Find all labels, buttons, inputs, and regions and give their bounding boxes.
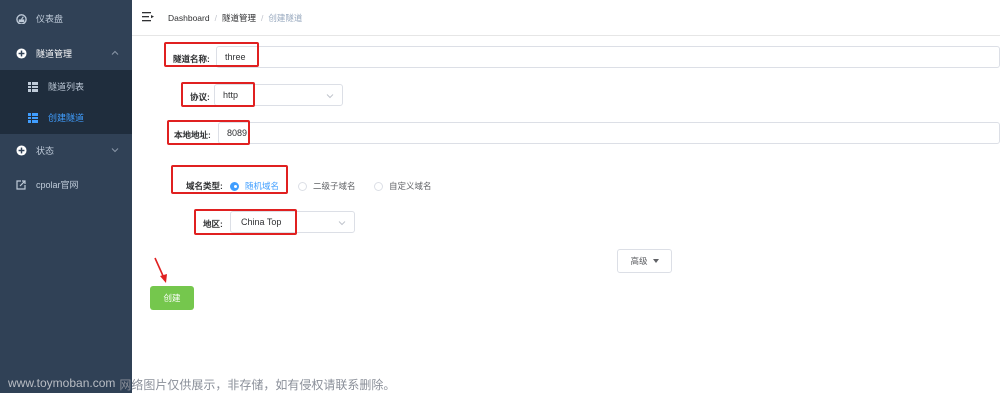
radio-custom-domain[interactable]: 自定义域名 (374, 180, 432, 192)
sidebar-item-status[interactable]: 状态 (0, 134, 132, 167)
caret-down-icon (652, 259, 659, 263)
chevron-down-icon (338, 221, 346, 226)
breadcrumb-dashboard[interactable]: Dashboard (168, 13, 210, 23)
highlight-box (164, 42, 259, 67)
sidebar-item-label: 隧道管理 (36, 49, 73, 59)
watermark-url: www.toymoban.com (8, 376, 116, 390)
chevron-down-icon (111, 148, 119, 153)
highlight-box (194, 209, 297, 235)
chevron-down-icon (326, 94, 334, 99)
dashboard-icon (15, 13, 27, 25)
sidebar-item-label: cpolar官网 (36, 180, 79, 190)
sidebar-item-label: 创建隧道 (48, 113, 85, 123)
plus-circle-icon (15, 145, 27, 157)
radio-dot (298, 181, 307, 191)
red-arrow-icon (154, 257, 167, 283)
watermark-text: 网络图片仅供展示，非存储，如有侵权请联系删除。 (119, 378, 396, 392)
plus-circle-icon (15, 48, 27, 60)
grid-icon (27, 81, 39, 93)
grid-icon (27, 112, 39, 124)
chevron-up-icon (111, 50, 119, 55)
highlight-box (171, 165, 288, 194)
sidebar-item-cpolar-website[interactable]: cpolar官网 (0, 168, 132, 201)
tunnel-name-input[interactable]: three (216, 46, 1000, 68)
breadcrumb: Dashboard / 隧道管理 / 创建隧道 (168, 12, 302, 24)
breadcrumb-create-tunnel: 创建隧道 (268, 13, 303, 23)
breadcrumb-separator: / (214, 13, 217, 23)
watermark: www.toymoban.com 网络图片仅供展示，非存储，如有侵权请联系删除。 (8, 376, 395, 393)
radio-label: 自定义域名 (389, 181, 432, 191)
sidebar-item-label: 仪表盘 (36, 14, 64, 24)
breadcrumb-tunnel-management[interactable]: 隧道管理 (222, 12, 256, 24)
top-navbar: Dashboard / 隧道管理 / 创建隧道 (132, 0, 1000, 36)
breadcrumb-separator: / (260, 13, 264, 23)
radio-label: 二级子域名 (313, 181, 356, 191)
advanced-button[interactable]: 高级 (617, 249, 672, 273)
create-label: 创建 (163, 293, 181, 303)
sidebar-item-label: 状态 (36, 146, 55, 156)
highlight-box (167, 120, 250, 145)
highlight-box (181, 82, 255, 107)
sidebar-item-label: 隧道列表 (48, 82, 85, 92)
radio-subdomain[interactable]: 二级子域名 (298, 180, 356, 192)
sidebar-item-create-tunnel[interactable]: 创建隧道 (0, 101, 132, 134)
local-address-input[interactable]: 8089 (218, 122, 1000, 144)
create-button[interactable]: 创建 (150, 286, 194, 310)
sidebar-item-tunnel-list[interactable]: 隧道列表 (0, 70, 132, 103)
sidebar-item-dashboard[interactable]: 仪表盘 (0, 2, 132, 35)
sidebar: 仪表盘 隧道管理 隧道列表 创建隧道 状态 cpolar官网 (0, 0, 132, 393)
hamburger-icon[interactable] (142, 11, 154, 23)
sidebar-item-tunnel-management[interactable]: 隧道管理 (0, 37, 132, 70)
radio-dot (374, 181, 383, 191)
external-link-icon (15, 179, 27, 191)
advanced-label: 高级 (630, 256, 648, 266)
